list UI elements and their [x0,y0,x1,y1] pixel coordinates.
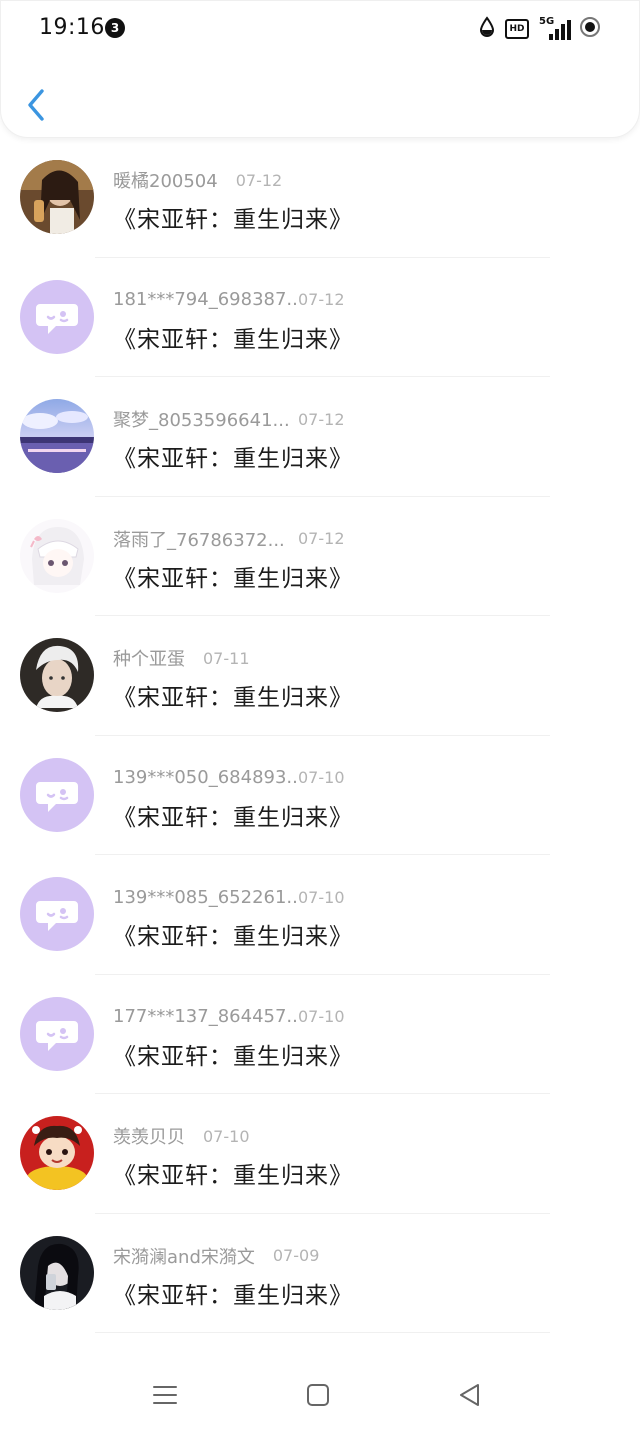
status-icons: HD 5G [479,16,601,42]
notification-count-badge: 3 [105,18,125,38]
row-meta: 181***794_698387... 07-12 [113,288,345,312]
list-item[interactable]: 139***085_652261... 07-10 《宋亚轩：重生归来》 [0,855,640,975]
list-item[interactable]: 139***050_684893... 07-10 《宋亚轩：重生归来》 [0,736,640,855]
avatar[interactable] [20,996,94,1071]
post-title[interactable]: 《宋亚轩：重生归来》 [113,798,353,832]
system-back-button[interactable] [457,1382,483,1408]
post-title[interactable]: 《宋亚轩：重生归来》 [113,320,353,354]
row-meta: 177***137_864457... 07-10 [113,1005,345,1029]
default-avatar-icon [20,996,94,1071]
avatar[interactable] [20,757,94,832]
chevron-left-icon [28,89,44,121]
menu-icon [153,1386,177,1404]
list-item[interactable]: 羡羡贝贝 07-10 《宋亚轩：重生归来》 [0,1094,640,1214]
post-date: 07-11 [203,648,250,668]
home-icon [307,1384,329,1406]
row-meta: 139***085_652261... 07-10 [113,885,345,909]
avatar[interactable] [20,399,94,473]
avatar[interactable] [20,160,94,234]
avatar[interactable] [20,638,94,712]
user-name[interactable]: 181***794_698387... [113,289,298,310]
post-title[interactable]: 《宋亚轩：重生归来》 [113,678,353,712]
avatar[interactable] [20,1116,94,1190]
back-button[interactable] [23,87,51,123]
user-name[interactable]: 宋漪澜and宋漪文 [113,1243,255,1269]
list-item[interactable]: 暖橘200504 07-12 《宋亚轩：重生归来》 [0,138,640,258]
row-meta: 落雨了_76786372... 07-12 [113,527,345,551]
post-list: 暖橘200504 07-12 《宋亚轩：重生归来》 181***794_6983… [0,138,640,1333]
record-icon [579,16,601,42]
post-date: 07-12 [235,170,283,190]
default-avatar-icon [20,877,94,951]
avatar[interactable] [20,279,94,354]
triangle-back-icon [460,1384,479,1406]
signal-5g-icon: 5G [539,16,571,40]
post-date: 07-10 [298,768,345,787]
hd-icon: HD [505,19,529,39]
post-title[interactable]: 《宋亚轩：重生归来》 [113,1276,353,1310]
avatar[interactable] [20,518,94,593]
user-name[interactable]: 聚梦_8053596641... [113,406,298,432]
user-name[interactable]: 羡羡贝贝 [113,1123,185,1149]
user-name[interactable]: 177***137_864457... [113,1006,298,1027]
screen: 19:16 3 HD 5G 暖橘200504 07-12 《宋亚轩：重生归来》 … [0,0,640,1433]
user-name[interactable]: 种个亚蛋 [113,645,185,671]
list-item[interactable]: 177***137_864457... 07-10 《宋亚轩：重生归来》 [0,975,640,1094]
post-date: 07-10 [203,1126,250,1146]
user-name[interactable]: 139***085_652261... [113,887,298,908]
list-item[interactable]: 落雨了_76786372... 07-12 《宋亚轩：重生归来》 [0,497,640,616]
user-name[interactable]: 139***050_684893... [113,767,298,788]
divider [95,1332,550,1333]
avatar[interactable] [20,1235,94,1310]
row-meta: 羡羡贝贝 07-10 [113,1123,250,1149]
data-saver-icon [479,16,495,42]
user-name[interactable]: 落雨了_76786372... [113,526,298,552]
avatar[interactable] [20,877,94,951]
post-date: 07-12 [298,529,345,548]
home-button[interactable] [305,1382,331,1408]
header: 19:16 3 HD 5G [0,0,640,138]
row-meta: 暖橘200504 07-12 [113,167,283,193]
list-item[interactable]: 181***794_698387... 07-12 《宋亚轩：重生归来》 [0,258,640,377]
default-avatar-icon [20,757,94,832]
post-title[interactable]: 《宋亚轩：重生归来》 [113,559,353,593]
system-nav-bar [0,1360,640,1430]
post-title[interactable]: 《宋亚轩：重生归来》 [113,917,353,951]
row-meta: 种个亚蛋 07-11 [113,645,250,671]
default-avatar-icon [20,279,94,354]
post-date: 07-09 [272,1246,320,1265]
user-name[interactable]: 暖橘200504 [113,167,218,193]
post-title[interactable]: 《宋亚轩：重生归来》 [113,1037,353,1071]
list-item[interactable]: 种个亚蛋 07-11 《宋亚轩：重生归来》 [0,616,640,736]
list-item[interactable]: 宋漪澜and宋漪文 07-09 《宋亚轩：重生归来》 [0,1214,640,1333]
menu-button[interactable] [152,1382,178,1408]
post-date: 07-10 [298,887,345,907]
list-item[interactable]: 聚梦_8053596641... 07-12 《宋亚轩：重生归来》 [0,377,640,497]
post-date: 07-12 [298,409,345,429]
row-meta: 宋漪澜and宋漪文 07-09 [113,1244,319,1268]
status-time: 19:16 [39,15,105,40]
row-meta: 聚梦_8053596641... 07-12 [113,406,345,432]
network-type-label: 5G [539,16,555,27]
post-date: 07-10 [298,1007,345,1026]
status-bar: 19:16 3 HD 5G [1,1,640,57]
row-meta: 139***050_684893... 07-10 [113,766,345,790]
post-date: 07-12 [298,290,345,309]
post-title[interactable]: 《宋亚轩：重生归来》 [113,439,353,473]
post-title[interactable]: 《宋亚轩：重生归来》 [113,200,353,234]
post-title[interactable]: 《宋亚轩：重生归来》 [113,1156,353,1190]
